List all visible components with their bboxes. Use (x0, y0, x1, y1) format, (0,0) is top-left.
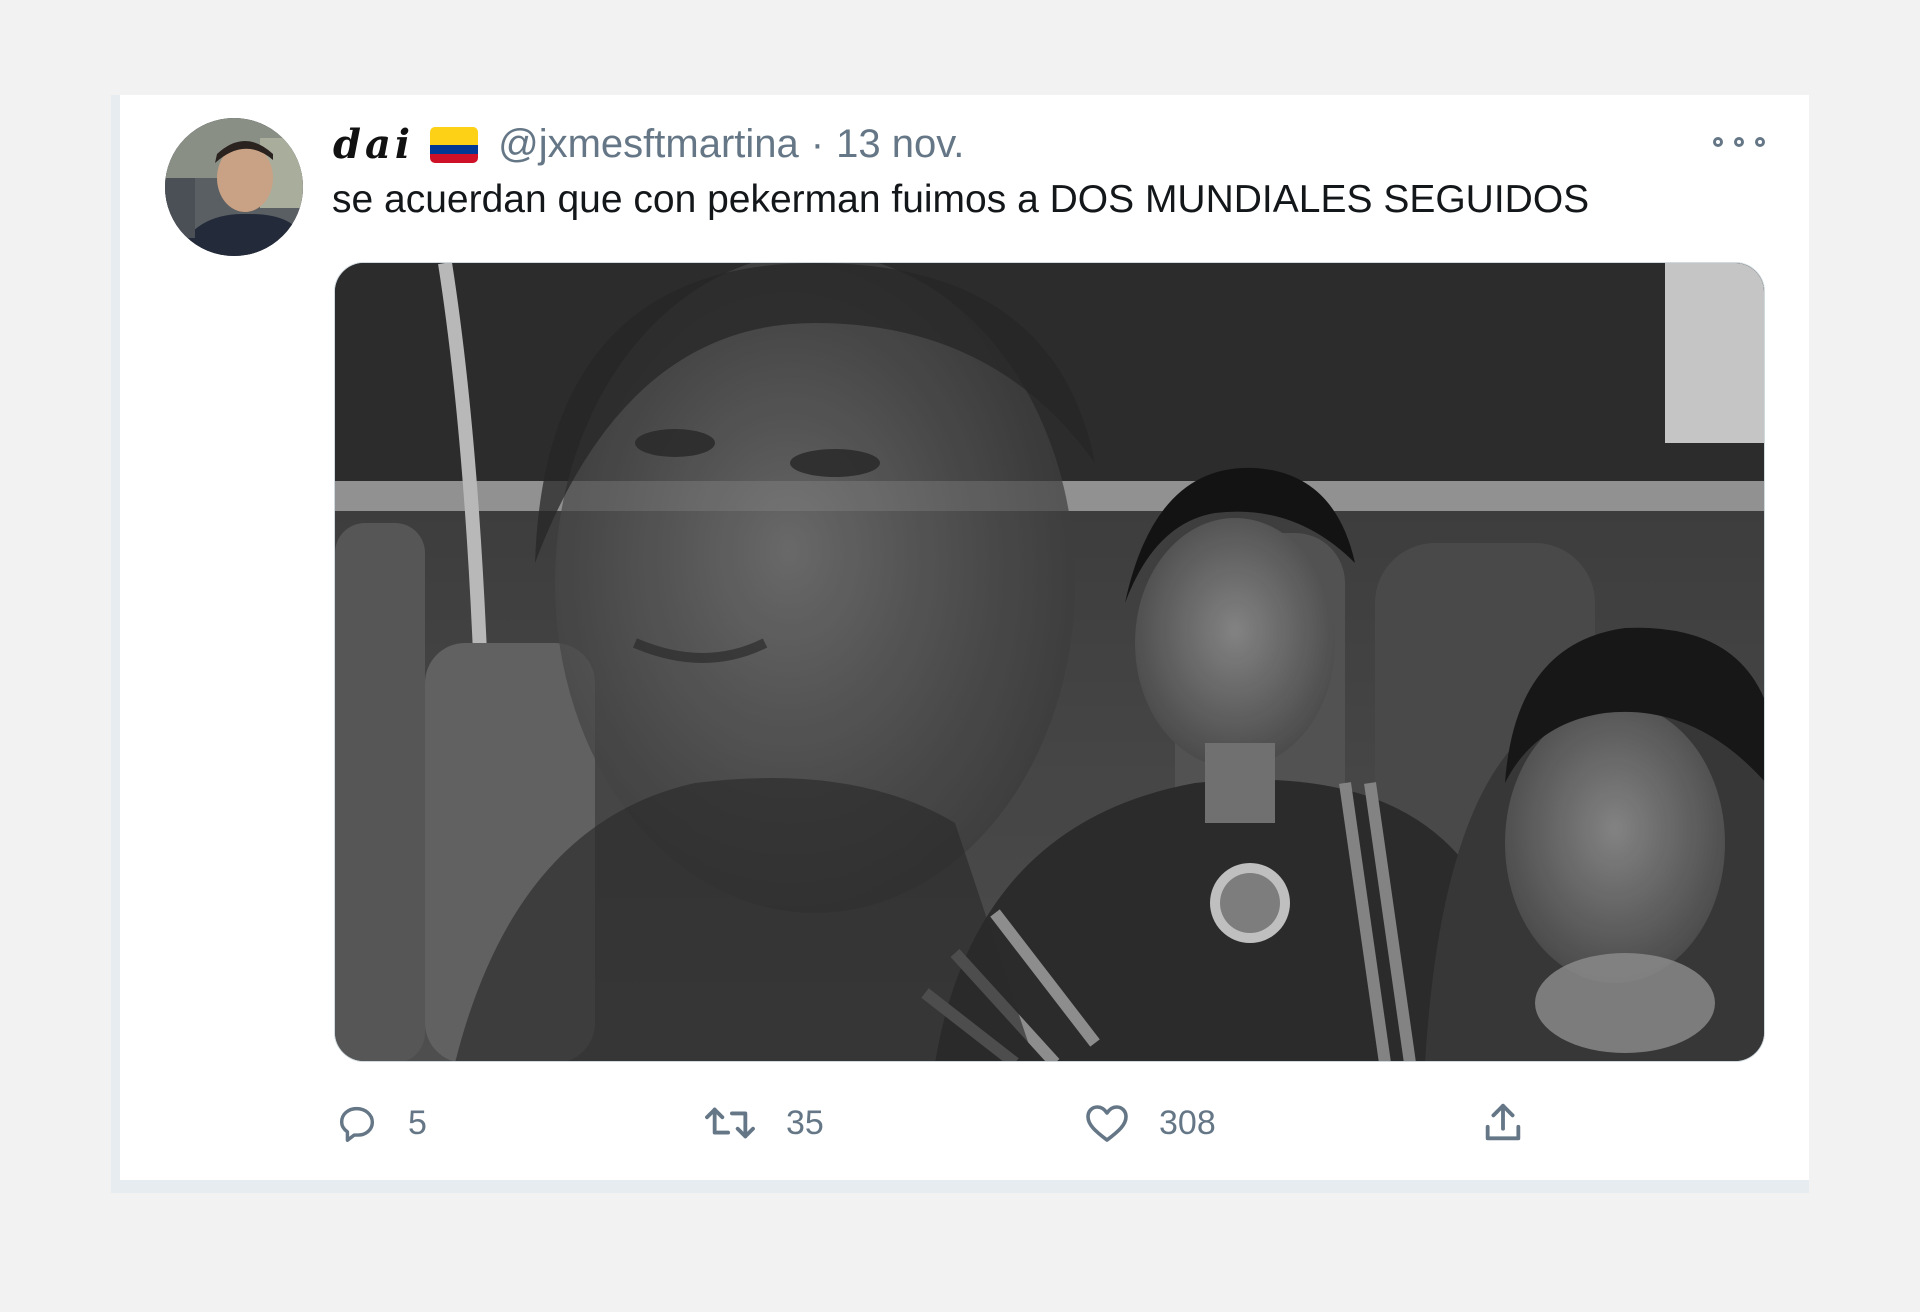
like-count: 308 (1159, 1103, 1216, 1142)
avatar[interactable] (165, 118, 303, 256)
share-button[interactable] (1480, 1095, 1526, 1151)
retweet-icon (702, 1100, 758, 1146)
colombia-flag-icon (430, 127, 479, 163)
share-icon (1480, 1100, 1526, 1146)
retweet-button[interactable]: 35 (702, 1095, 824, 1151)
separator-dot: · (810, 121, 825, 166)
reply-icon (334, 1100, 380, 1146)
reply-button[interactable]: 5 (334, 1095, 427, 1151)
more-options-icon[interactable] (1713, 130, 1765, 154)
tweet-header: dai @jxmesftmartina · 13 nov. (333, 118, 964, 170)
tweet-media-image[interactable] (334, 262, 1765, 1062)
reply-count: 5 (408, 1103, 427, 1142)
like-button[interactable]: 308 (1083, 1095, 1216, 1151)
user-handle[interactable]: @jxmesftmartina (498, 122, 799, 167)
tweet-date[interactable]: 13 nov. (836, 122, 964, 167)
display-name[interactable]: dai (333, 121, 414, 168)
heart-icon (1083, 1100, 1131, 1146)
card-divider (120, 1180, 1809, 1193)
tweet-actions: 5 35 308 (0, 1095, 1920, 1151)
tweet-text: se acuerdan que con pekerman fuimos a DO… (332, 178, 1590, 221)
retweet-count: 35 (786, 1103, 824, 1142)
